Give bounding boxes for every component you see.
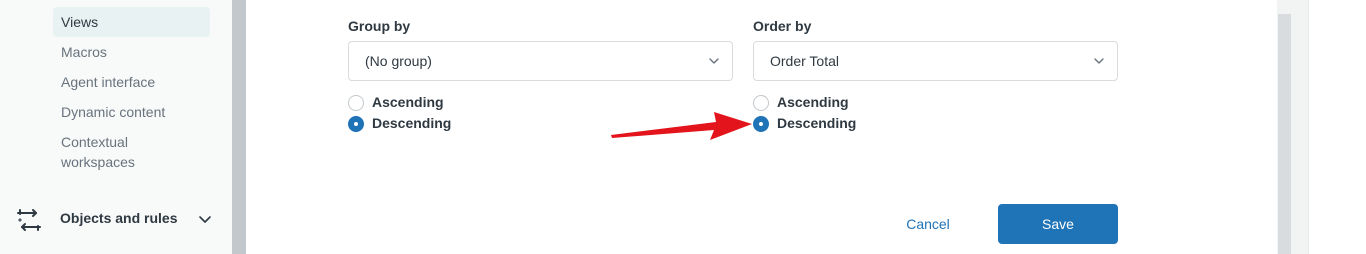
order-by-label: Order by <box>753 18 812 34</box>
sidebar: Views Macros Agent interface Dynamic con… <box>0 0 232 254</box>
objects-rules-icon <box>17 209 41 231</box>
radio-label: Ascending <box>372 94 444 110</box>
group-by-select[interactable]: (No group) <box>348 41 733 81</box>
sidebar-item-macros[interactable]: Macros <box>53 37 210 67</box>
chevron-down-icon <box>199 216 211 223</box>
group-by-label: Group by <box>348 18 411 34</box>
cancel-button[interactable]: Cancel <box>890 204 966 244</box>
order-by-value: Order Total <box>770 53 839 69</box>
group-by-descending-radio[interactable] <box>348 116 364 132</box>
group-by-ascending-radio[interactable] <box>348 95 364 111</box>
radio-label: Descending <box>777 115 857 131</box>
sidebar-item-label: Macros <box>61 44 107 60</box>
sidebar-item-contextual-workspaces[interactable]: Contextual workspaces <box>53 132 163 176</box>
scrollbar-thumb[interactable] <box>1278 14 1291 254</box>
save-button[interactable]: Save <box>998 204 1118 244</box>
sidebar-group-objects-and-rules[interactable]: Objects and rules <box>16 204 216 236</box>
group-by-value: (No group) <box>365 53 432 69</box>
sidebar-item-label: Contextual workspaces <box>61 134 135 170</box>
chevron-down-icon <box>709 58 719 64</box>
sidebar-divider <box>232 0 246 254</box>
radio-label: Descending <box>372 115 452 131</box>
sidebar-item-label: Agent interface <box>61 74 156 90</box>
sidebar-item-views[interactable]: Views <box>53 7 210 37</box>
sidebar-item-label: Views <box>61 14 99 30</box>
chevron-down-icon <box>1094 58 1104 64</box>
sidebar-group-label: Objects and rules <box>60 210 178 226</box>
radio-label: Ascending <box>777 94 849 110</box>
sidebar-item-dynamic-content[interactable]: Dynamic content <box>53 97 210 127</box>
sidebar-item-label: Dynamic content <box>61 104 166 120</box>
sidebar-item-agent-interface[interactable]: Agent interface <box>53 67 210 97</box>
annotation-arrow-icon <box>611 112 752 140</box>
order-by-select[interactable]: Order Total <box>753 41 1118 81</box>
right-edge-panel <box>1308 0 1366 254</box>
